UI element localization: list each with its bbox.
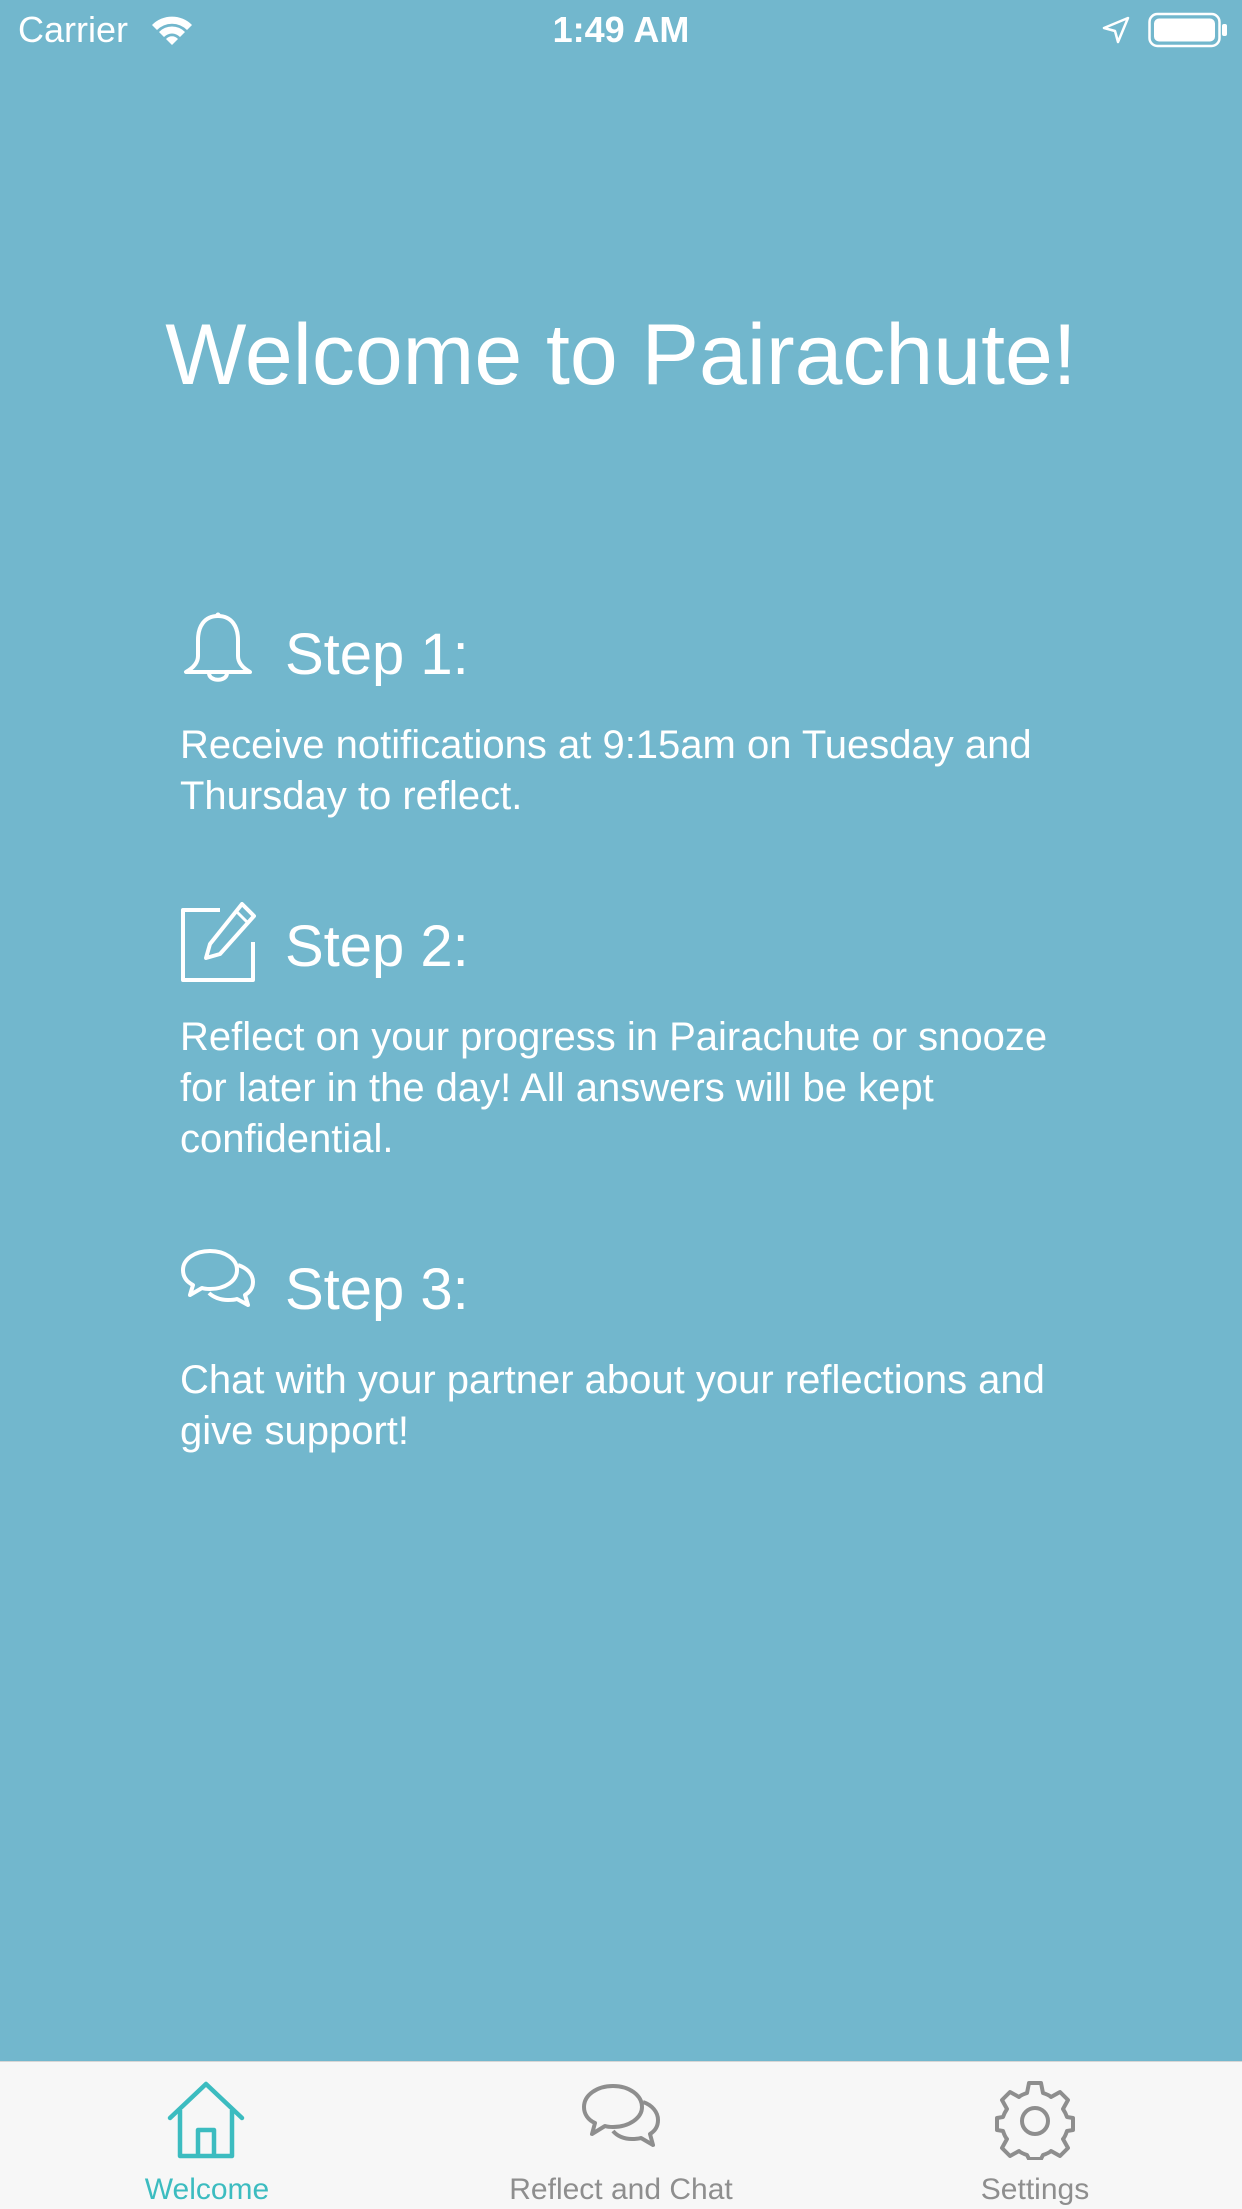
edit-icon [181,902,256,982]
step-2-description: Reflect on your progress in Pairachute o… [180,1015,1048,1161]
step-3-description: Chat with your partner about your reflec… [180,1358,1045,1453]
tab-settings[interactable]: Settings [828,2062,1242,2209]
step-3-title: Step 3: [285,1257,469,1322]
tab-welcome[interactable]: Welcome [0,2062,414,2209]
step-1: Step 1: Receive notifications at 9:15am … [180,610,1100,822]
gear-icon [995,2081,1075,2160]
home-icon [167,2081,245,2159]
chat-bubbles-icon [181,1249,255,1307]
step-1-title: Step 1: [285,622,469,687]
step-3: Step 3: Chat with your partner about you… [180,1245,1100,1457]
page-title: Welcome to Pairachute! [165,307,1077,403]
chat-bubbles-icon [582,2084,660,2147]
step-1-description: Receive notifications at 9:15am on Tuesd… [180,723,1032,818]
tab-settings-label: Settings [980,2173,1090,2206]
tab-reflect-and-chat-label: Reflect and Chat [509,2173,733,2206]
tab-reflect-and-chat[interactable]: Reflect and Chat [414,2062,828,2209]
bell-icon [184,612,252,682]
location-arrow-icon [1102,16,1130,44]
step-2: Step 2: Reflect on your progress in Pair… [180,902,1100,1165]
tab-bar: Welcome Reflect and Chat Settings [0,2061,1242,2209]
tab-welcome-label: Welcome [144,2173,270,2206]
status-time: 1:49 AM [552,9,690,50]
battery-icon [1148,12,1227,48]
step-2-title: Step 2: [285,914,469,979]
status-bar: Carrier 1:49 AM [0,0,1242,60]
